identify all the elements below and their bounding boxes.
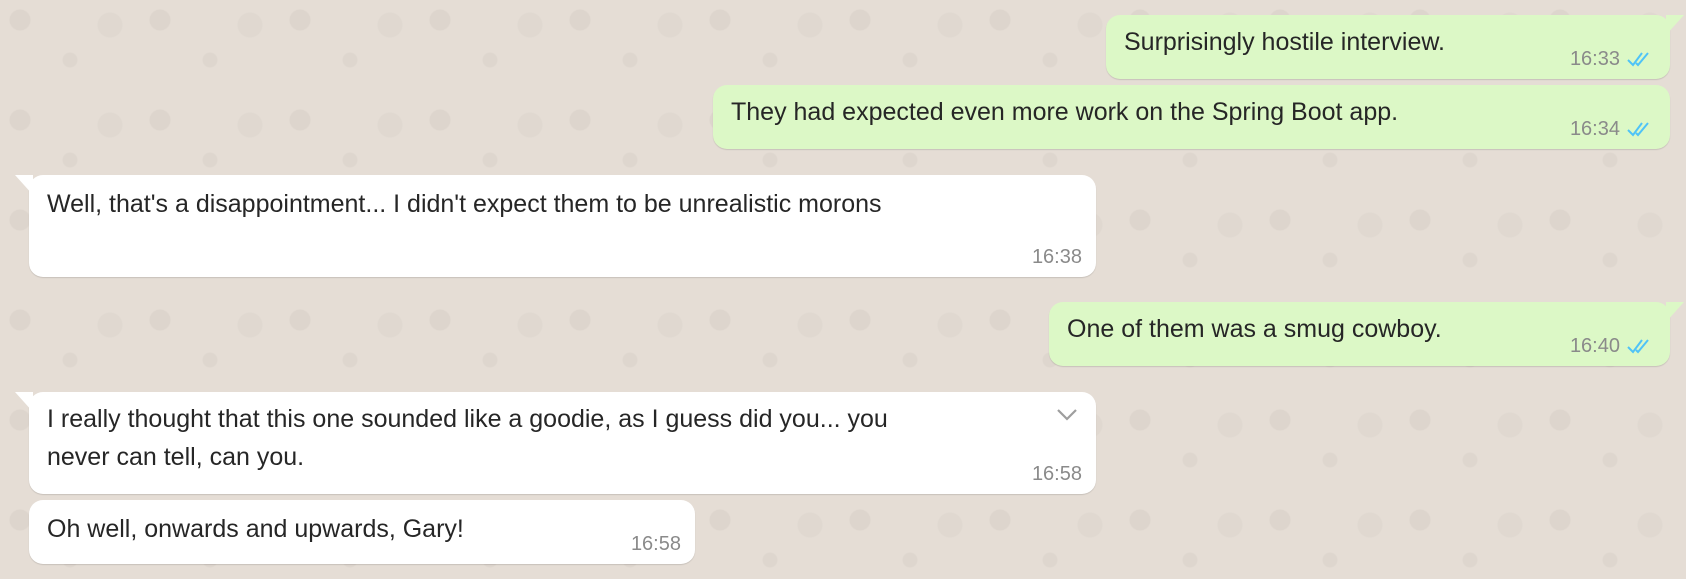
message-time: 16:58 bbox=[1031, 463, 1082, 485]
message-meta: 16:38 bbox=[1032, 247, 1082, 267]
message-bubble-incoming[interactable]: Oh well, onwards and upwards, Gary! 16:5… bbox=[29, 500, 695, 564]
chat-pane[interactable]: Surprisingly hostile interview. 16:33 Th… bbox=[0, 0, 1686, 579]
bubble-tail bbox=[15, 392, 33, 412]
message-text-line-2: never can tell, can you. bbox=[47, 443, 305, 471]
message-text: Well, that's a disappointment... I didn'… bbox=[47, 190, 882, 218]
message-bubble-outgoing[interactable]: Surprisingly hostile interview. 16:33 bbox=[1106, 15, 1684, 79]
message-time: 16:58 bbox=[630, 533, 681, 555]
message-time: 16:40 bbox=[1569, 335, 1620, 357]
message-text: They had expected even more work on the … bbox=[731, 98, 1399, 126]
message-time: 16:38 bbox=[1031, 246, 1082, 268]
message-bubble-incoming[interactable]: I really thought that this one sounded l… bbox=[15, 392, 1096, 494]
bubble-tail bbox=[15, 175, 33, 195]
double-check-icon bbox=[1627, 339, 1649, 354]
message-meta: 16:58 bbox=[1032, 464, 1082, 484]
message-time: 16:34 bbox=[1569, 118, 1620, 140]
message-bubble-outgoing[interactable]: They had expected even more work on the … bbox=[713, 85, 1670, 149]
message-meta: 16:34 bbox=[1570, 119, 1656, 139]
message-bubble-outgoing[interactable]: One of them was a smug cowboy. 16:40 bbox=[1049, 302, 1684, 366]
message-meta: 16:40 bbox=[1570, 336, 1656, 356]
bubble-tail bbox=[1666, 15, 1684, 35]
message-bubble-incoming[interactable]: Well, that's a disappointment... I didn'… bbox=[15, 175, 1096, 277]
double-check-icon bbox=[1627, 52, 1649, 67]
message-text: Oh well, onwards and upwards, Gary! bbox=[47, 515, 464, 543]
message-meta: 16:58 bbox=[631, 534, 681, 554]
chevron-down-icon[interactable] bbox=[1056, 408, 1078, 422]
message-meta: 16:33 bbox=[1570, 49, 1656, 69]
message-time: 16:33 bbox=[1569, 48, 1620, 70]
message-text: One of them was a smug cowboy. bbox=[1067, 315, 1442, 343]
message-text-line-1: I really thought that this one sounded l… bbox=[47, 405, 888, 433]
message-text: Surprisingly hostile interview. bbox=[1124, 28, 1445, 56]
double-check-icon bbox=[1627, 122, 1649, 137]
bubble-tail bbox=[1666, 302, 1684, 322]
